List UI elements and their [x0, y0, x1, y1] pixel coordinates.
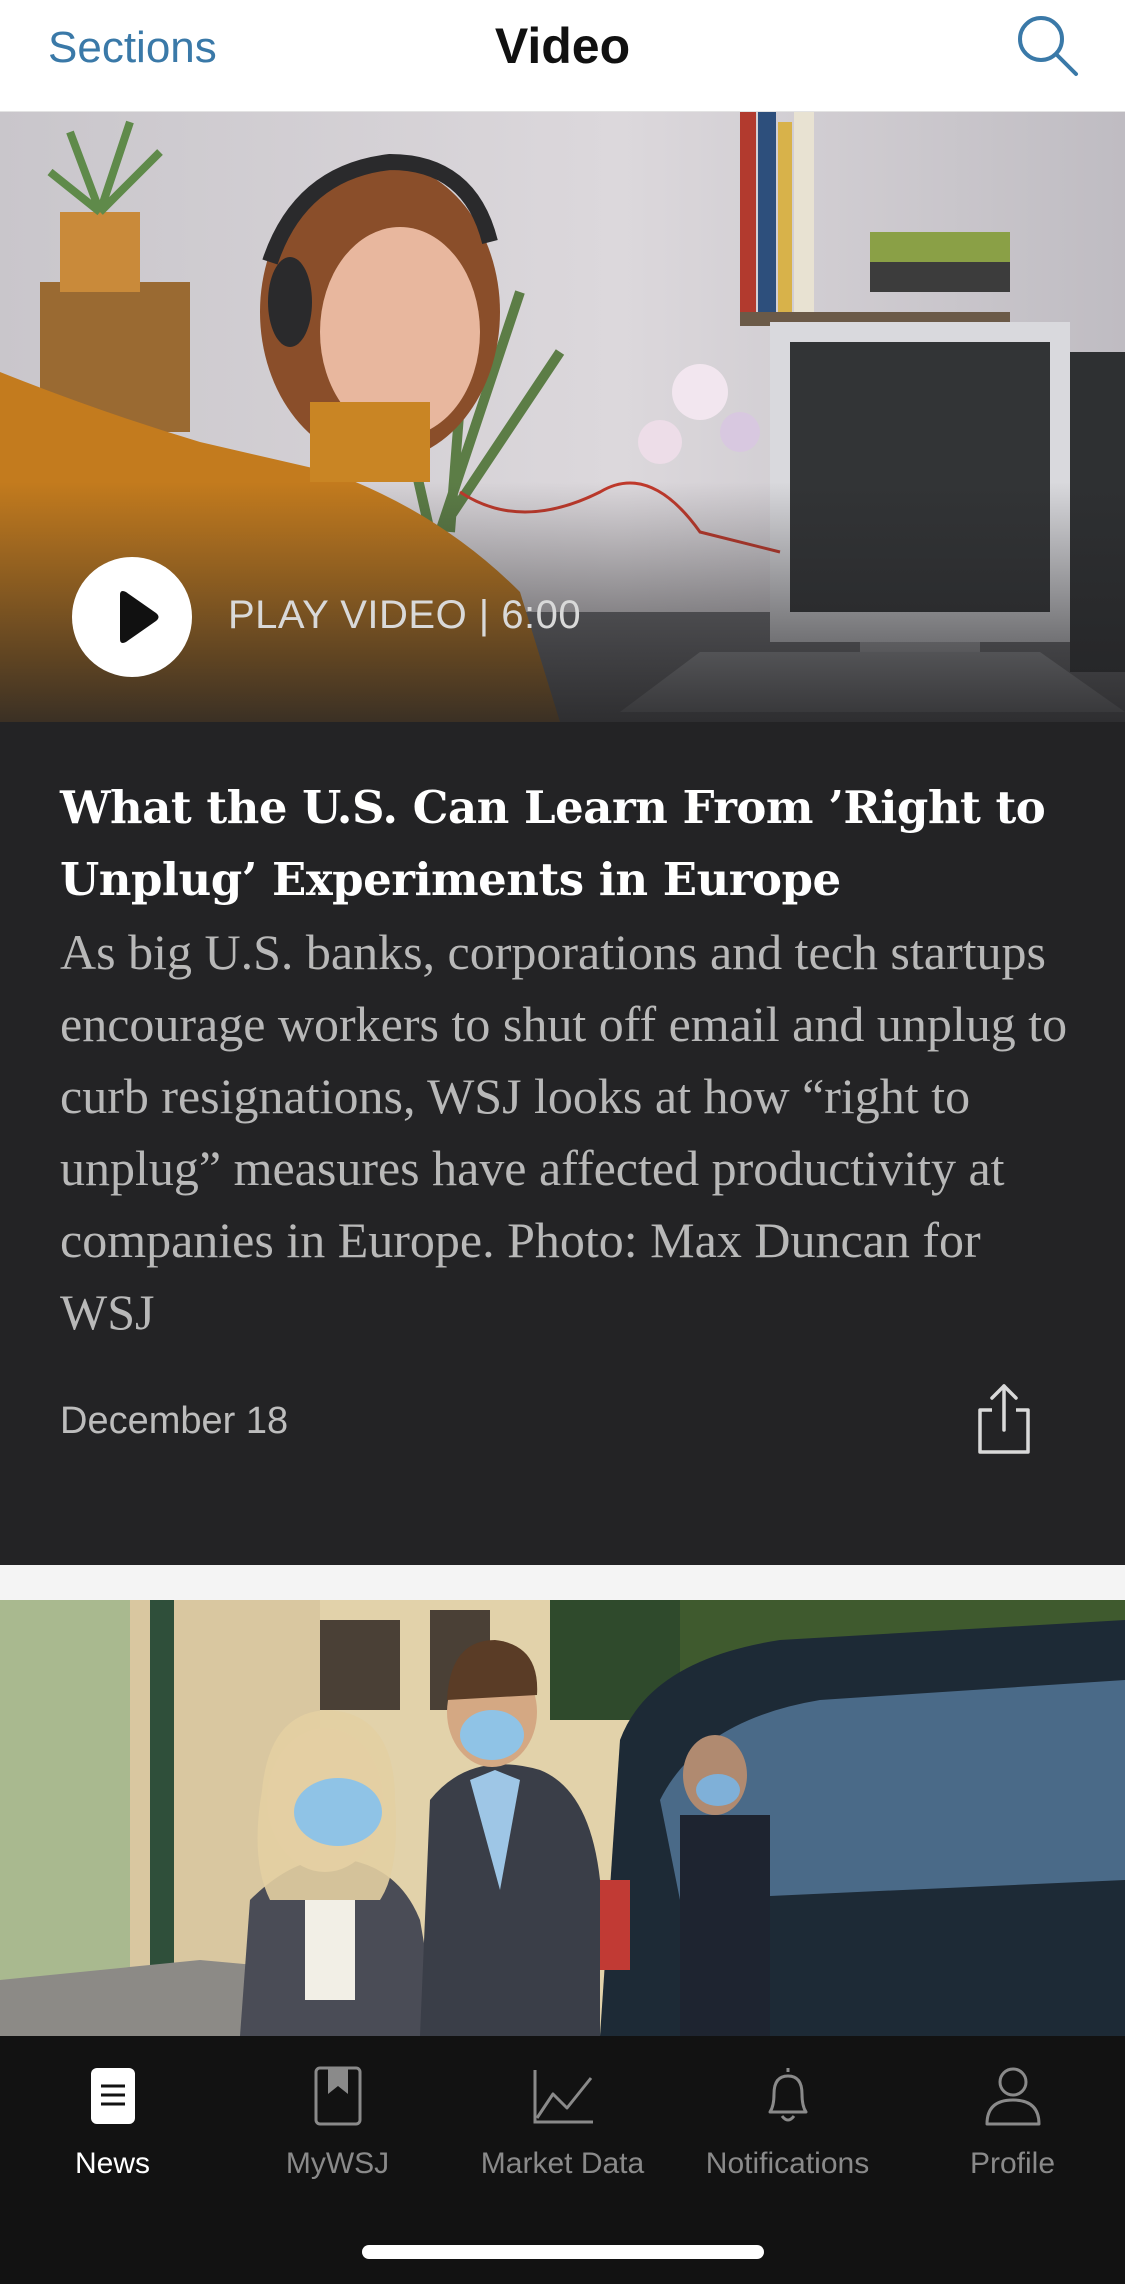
person-icon [985, 2067, 1040, 2126]
home-indicator[interactable] [362, 2245, 764, 2259]
video-date: December 18 [60, 1400, 289, 1442]
tab-label-notifications: Notifications [705, 2147, 870, 2180]
bookmark-icon [314, 2066, 361, 2126]
tab-label-market-data: Market Data [480, 2147, 645, 2180]
tab-profile[interactable]: Profile [900, 2064, 1125, 2214]
tab-mywsj[interactable]: MyWSJ [225, 2064, 450, 2214]
play-video-label[interactable]: PLAY VIDEO | 6:00 [228, 590, 581, 640]
page-title: Video [494, 18, 631, 74]
tab-notifications[interactable]: Notifications [675, 2064, 900, 2214]
tab-label-mywsj: MyWSJ [285, 2147, 390, 2180]
line-chart-icon [533, 2070, 593, 2124]
video-summary: As big U.S. banks, corporations and tech… [60, 924, 1068, 1340]
play-icon [120, 591, 159, 643]
video-card[interactable]: PLAY VIDEO | 6:00 What the U.S. Can Lear… [0, 112, 1125, 1565]
share-icon[interactable] [972, 1382, 1036, 1456]
bell-icon [768, 2068, 807, 2122]
play-button[interactable] [72, 557, 192, 677]
top-nav-bar: Sections Video [0, 0, 1125, 112]
tab-news[interactable]: News [0, 2064, 225, 2214]
tab-label-profile: Profile [969, 2147, 1056, 2180]
search-icon[interactable] [1012, 10, 1082, 80]
tab-label-news: News [74, 2147, 150, 2180]
video-headline[interactable]: What the U.S. Can Learn From ’Right to U… [60, 772, 1070, 916]
tab-market-data[interactable]: Market Data [450, 2064, 675, 2214]
newspaper-icon [90, 2068, 135, 2124]
next-video-thumbnail[interactable] [0, 1600, 1125, 2036]
